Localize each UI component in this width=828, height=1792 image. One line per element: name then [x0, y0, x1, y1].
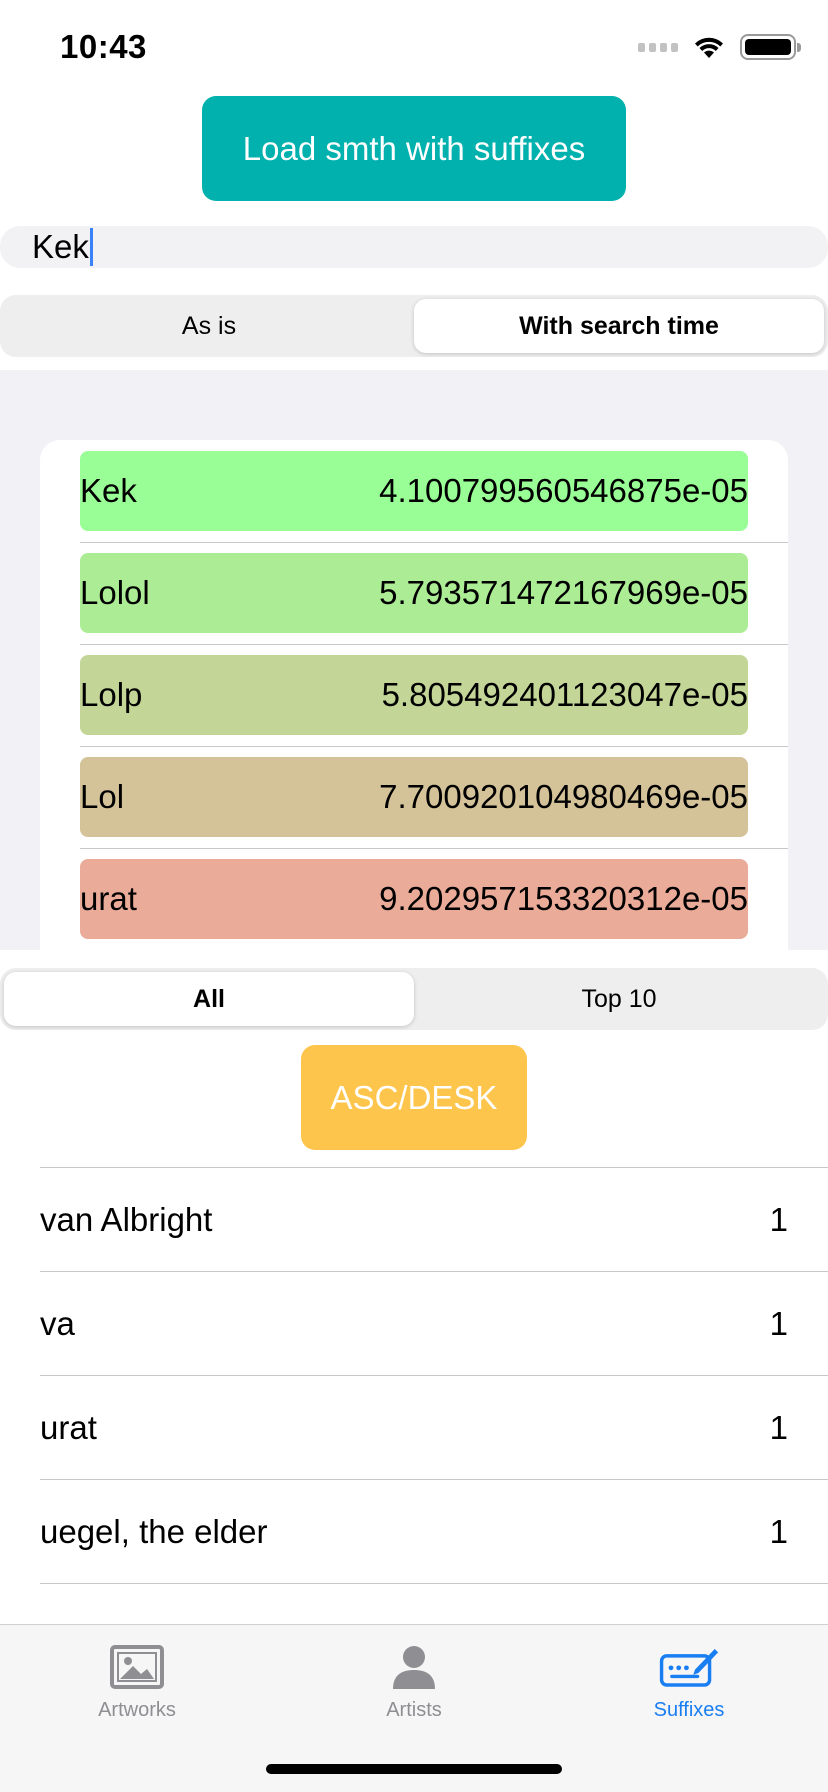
status-icons [638, 34, 801, 60]
result-time: 4.100799560546875e-05 [379, 472, 748, 509]
sort-order-button[interactable]: ASC/DESK [301, 1045, 527, 1150]
result-row[interactable]: Lolol 5.793571472167969e-05 [80, 553, 748, 633]
segment-with-search-time[interactable]: With search time [414, 299, 824, 353]
wifi-icon [695, 37, 723, 58]
result-name: Lolp [80, 676, 143, 713]
result-time: 5.805492401123047e-05 [381, 676, 748, 713]
segment-top-10[interactable]: Top 10 [414, 972, 824, 1026]
result-row[interactable]: Lolp 5.805492401123047e-05 [80, 655, 748, 735]
suffix-name: va [40, 1304, 75, 1342]
segment-as-is[interactable]: As is [4, 299, 414, 353]
tab-label: Suffixes [653, 1699, 725, 1721]
suffix-count: 1 [769, 1304, 788, 1342]
result-row[interactable]: Kek 4.100799560546875e-05 [80, 451, 748, 531]
load-suffixes-button[interactable]: Load smth with suffixes [202, 96, 626, 201]
home-indicator [266, 1764, 562, 1774]
tab-suffixes[interactable]: Suffixes [589, 1641, 789, 1722]
search-input-value: Kek [32, 228, 89, 265]
keyboard-pencil-icon [659, 1641, 719, 1693]
segment-all[interactable]: All [4, 972, 414, 1026]
list-item[interactable]: va 1 [40, 1272, 788, 1375]
search-results-card[interactable]: Kek 4.100799560546875e-05 Lolol 5.793571… [40, 440, 788, 950]
tab-label: Artworks [98, 1699, 176, 1721]
result-time: 9.202957153320312e-05 [379, 880, 748, 917]
search-results-panel: Kek 4.100799560546875e-05 Lolol 5.793571… [0, 370, 828, 950]
suffix-name: van Albright [40, 1200, 213, 1238]
result-name: Lol [80, 778, 125, 815]
result-name: urat [80, 880, 137, 917]
result-time: 5.793571472167969e-05 [379, 574, 748, 611]
divider [80, 644, 788, 645]
list-item[interactable]: urat 1 [40, 1376, 788, 1479]
divider [80, 848, 788, 849]
list-item[interactable]: uegel, the elder 1 [40, 1480, 788, 1583]
divider [80, 746, 788, 747]
list-item[interactable]: van Albright 1 [40, 1168, 788, 1271]
suffix-name: uegel, the elder [40, 1512, 268, 1550]
text-caret [89, 228, 93, 266]
photo-icon [107, 1641, 167, 1693]
search-field[interactable]: Kek [0, 226, 828, 268]
person-icon [384, 1641, 444, 1693]
filter-segmented-control[interactable]: All Top 10 [0, 968, 828, 1030]
suffix-count: 1 [769, 1200, 788, 1238]
status-time: 10:43 [60, 28, 147, 65]
tab-label: Artists [386, 1699, 442, 1721]
result-row[interactable]: urat 9.202957153320312e-05 [80, 859, 748, 939]
result-time: 7.700920104980469e-05 [379, 778, 748, 815]
result-name: Kek [80, 472, 137, 509]
mode-segmented-control[interactable]: As is With search time [0, 295, 828, 357]
suffix-name: urat [40, 1408, 97, 1446]
suffix-count: 1 [769, 1408, 788, 1446]
suffix-count: 1 [769, 1512, 788, 1550]
result-row[interactable]: Lol 7.700920104980469e-05 [80, 757, 748, 837]
tab-artworks[interactable]: Artworks [37, 1641, 237, 1722]
tab-artists[interactable]: Artists [314, 1641, 514, 1722]
cellular-signal-icon [638, 42, 678, 52]
divider [80, 542, 788, 543]
status-bar: 10:43 [0, 0, 828, 96]
result-name: Lolol [80, 574, 150, 611]
battery-icon [740, 34, 801, 60]
